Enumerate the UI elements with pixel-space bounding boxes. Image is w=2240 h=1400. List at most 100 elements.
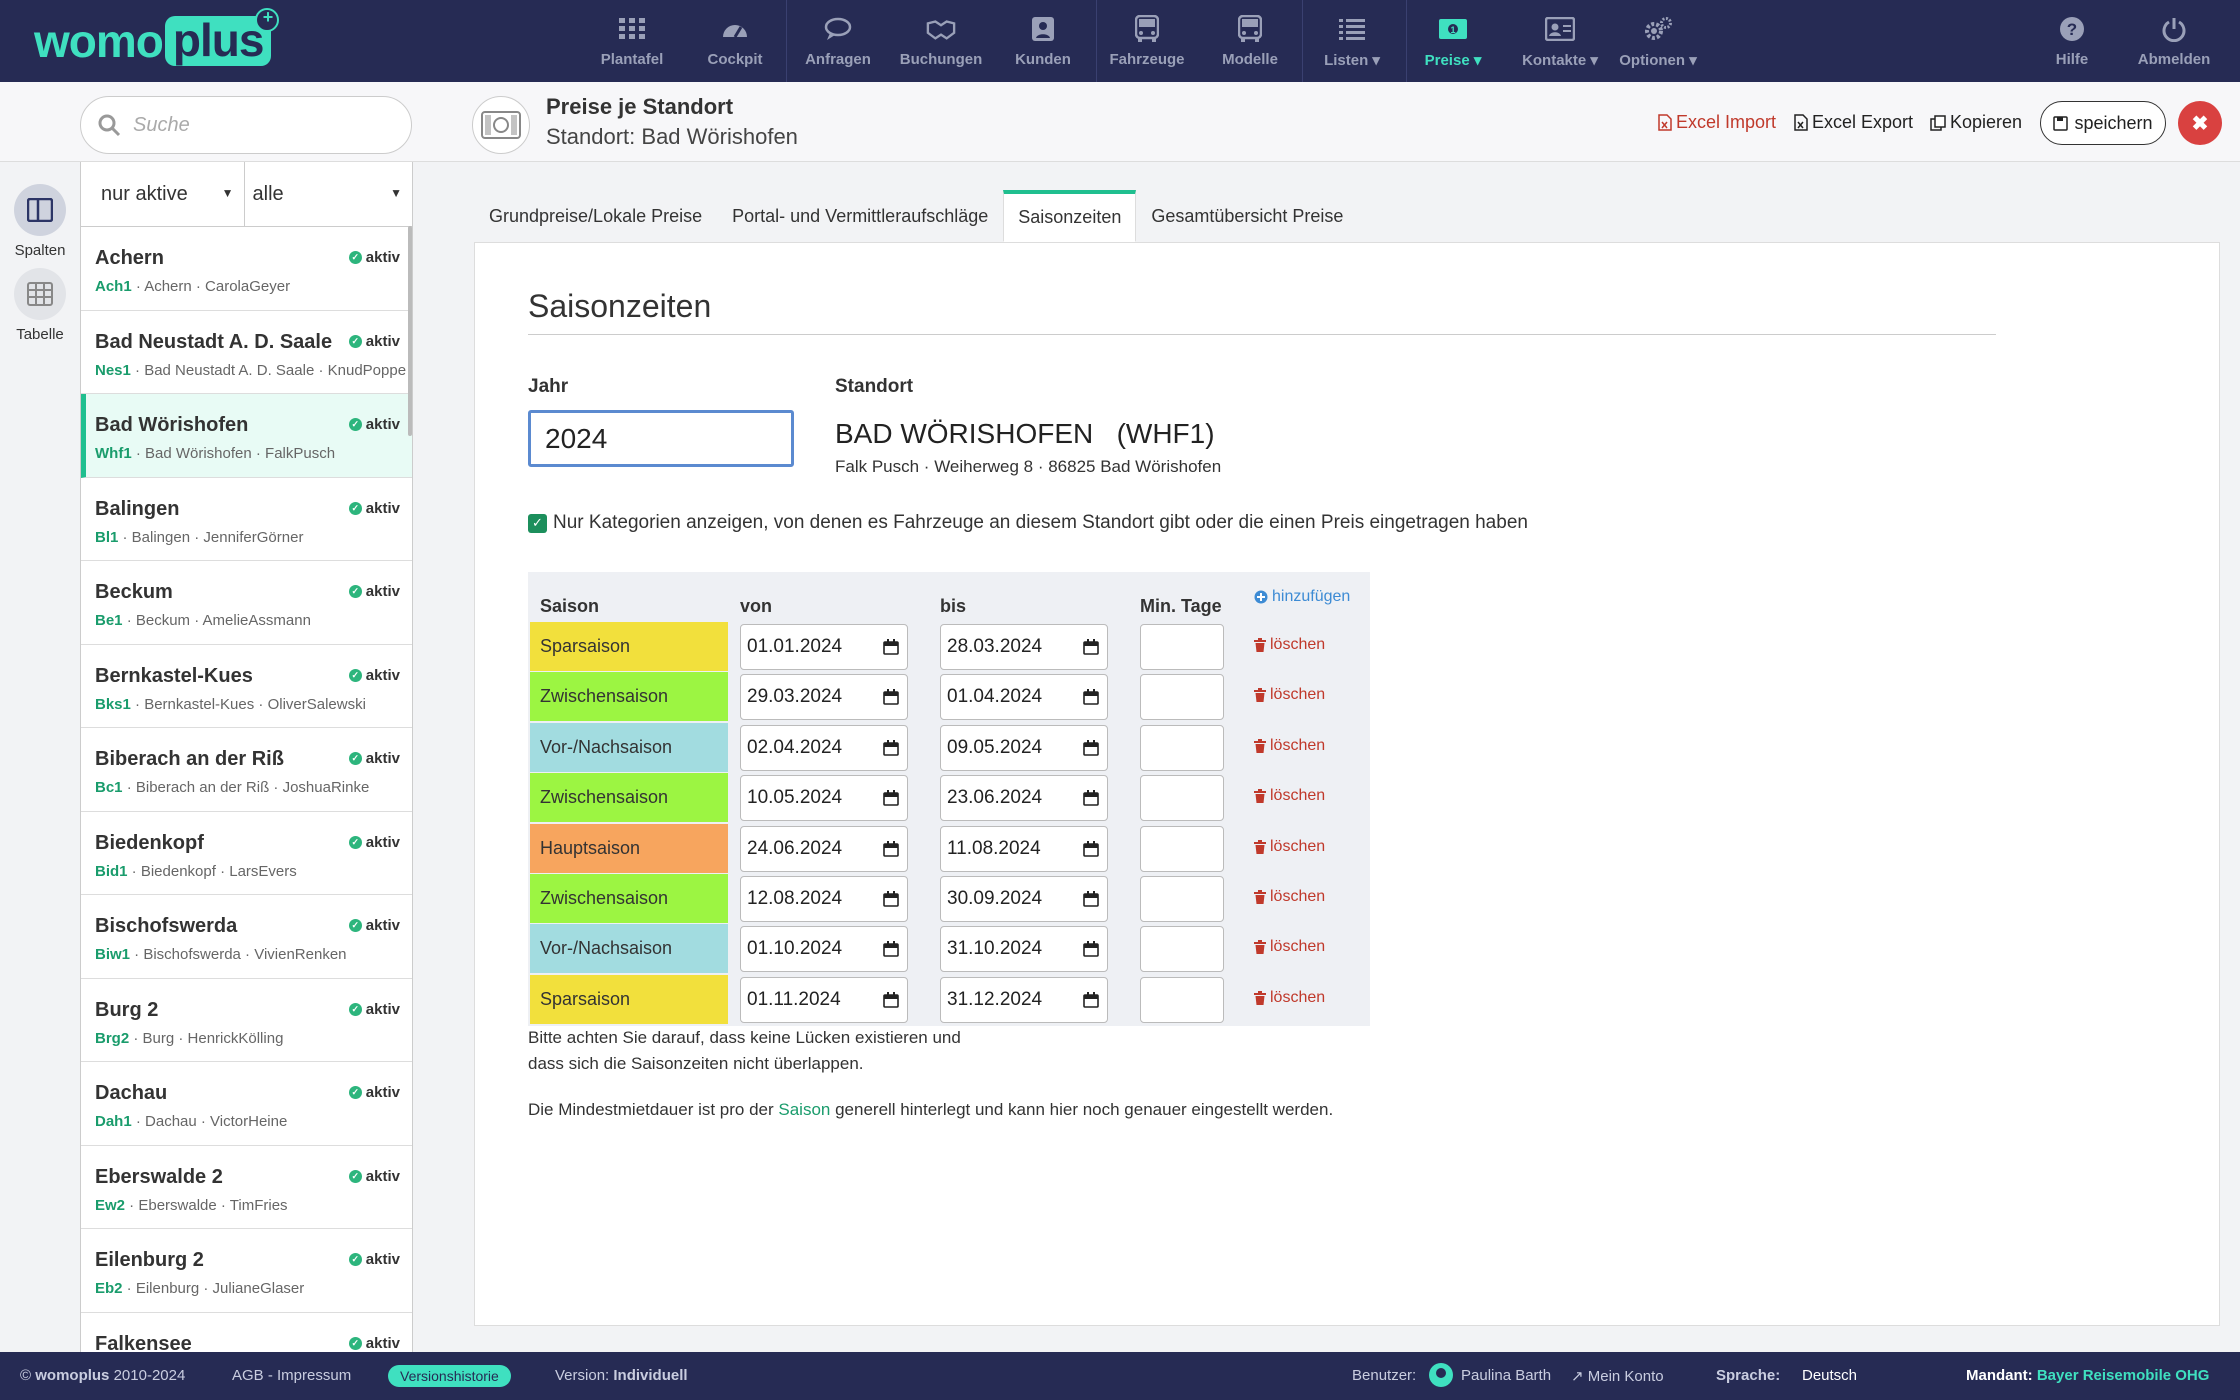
- nav-item-fahrzeuge[interactable]: Fahrzeuge: [1101, 0, 1193, 82]
- location-list-item[interactable]: Eberswalde 2 Ew2 · Eberswalde · TimFries ✓…: [81, 1146, 412, 1229]
- excel-import-link[interactable]: Excel Import: [1658, 112, 1776, 133]
- bis-date-input[interactable]: 11.08.2024: [940, 825, 1108, 872]
- min-days-input[interactable]: [1140, 976, 1224, 1023]
- user-name[interactable]: Paulina Barth: [1461, 1367, 1551, 1384]
- delete-season-button[interactable]: löschen: [1254, 636, 1325, 654]
- list-scrollbar[interactable]: [408, 226, 412, 436]
- version-history-button[interactable]: Versionshistorie: [388, 1365, 511, 1387]
- bis-date-input[interactable]: 01.04.2024: [940, 674, 1108, 721]
- location-list-item[interactable]: Bischofswerda Biw1 · Bischofswerda · Vivi…: [81, 895, 412, 979]
- calendar-icon[interactable]: [1083, 790, 1099, 806]
- min-days-input[interactable]: [1140, 825, 1224, 872]
- bis-date-input[interactable]: 30.09.2024: [940, 876, 1108, 922]
- language-select[interactable]: Deutsch: [1802, 1367, 1857, 1384]
- calendar-icon[interactable]: [1083, 689, 1099, 706]
- nav-item-buchungen[interactable]: Buchungen: [895, 0, 987, 82]
- nav-item-abmelden[interactable]: Abmelden: [2128, 0, 2220, 82]
- bis-date-input[interactable]: 31.10.2024: [940, 926, 1108, 973]
- location-list-item[interactable]: Bad Wörishofen Whf1 · Bad Wörishofen · Fa…: [81, 394, 412, 478]
- delete-season-button[interactable]: löschen: [1254, 938, 1325, 956]
- delete-season-button[interactable]: löschen: [1254, 989, 1325, 1007]
- nav-item-kontakte[interactable]: Kontakte ▾: [1514, 0, 1606, 82]
- nav-item-cockpit[interactable]: Cockpit: [689, 0, 781, 82]
- app-logo[interactable]: womo plus: [34, 8, 279, 67]
- location-list-item[interactable]: Balingen Bl1 · Balingen · JenniferGörner ✓…: [81, 478, 412, 561]
- calendar-icon[interactable]: [1083, 739, 1099, 756]
- calendar-icon[interactable]: [883, 639, 899, 655]
- location-list-item[interactable]: Biedenkopf Bid1 · Biedenkopf · LarsEvers ✓…: [81, 812, 412, 895]
- calendar-icon[interactable]: [1083, 639, 1099, 655]
- year-input[interactable]: 2024: [528, 410, 794, 467]
- von-date-input[interactable]: 12.08.2024: [740, 876, 908, 922]
- columns-view-button[interactable]: Spalten: [0, 184, 80, 259]
- save-button[interactable]: speichern: [2040, 101, 2166, 145]
- von-date-input[interactable]: 10.05.2024: [740, 775, 908, 822]
- min-days-input[interactable]: [1140, 724, 1224, 771]
- location-list-item[interactable]: Eilenburg 2 Eb2 · Eilenburg · JulianeGlas…: [81, 1229, 412, 1313]
- checkbox-checked-icon[interactable]: ✓: [528, 513, 547, 533]
- copy-link[interactable]: Kopieren: [1930, 112, 2022, 133]
- season-name-cell[interactable]: Sparsaison: [530, 622, 728, 671]
- von-date-input[interactable]: 01.11.2024: [740, 976, 908, 1023]
- delete-season-button[interactable]: löschen: [1254, 737, 1325, 755]
- tab-grundpreise[interactable]: Grundpreise/Lokale Preise: [474, 190, 717, 242]
- my-account-link[interactable]: ↗ Mein Konto: [1571, 1367, 1664, 1385]
- saison-link[interactable]: Saison: [778, 1100, 830, 1119]
- location-list-item[interactable]: Beckum Be1 · Beckum · AmelieAssmann ✓ aktiv: [81, 561, 412, 645]
- season-name-cell[interactable]: Sparsaison: [530, 974, 728, 1024]
- calendar-icon[interactable]: [883, 739, 899, 756]
- calendar-icon[interactable]: [883, 891, 899, 907]
- season-name-cell[interactable]: Zwischensaison: [530, 773, 728, 823]
- category-filter-checkbox-row[interactable]: ✓ Nur Kategorien anzeigen, von denen es …: [528, 512, 1528, 534]
- nav-item-anfragen[interactable]: Anfragen: [792, 0, 884, 82]
- tab-gesamtuebersicht[interactable]: Gesamtübersicht Preise: [1136, 190, 1358, 242]
- min-days-input[interactable]: [1140, 876, 1224, 922]
- season-name-cell[interactable]: Zwischensaison: [530, 672, 728, 722]
- von-date-input[interactable]: 24.06.2024: [740, 825, 908, 872]
- nav-item-preise[interactable]: 1 Preise ▾: [1407, 0, 1499, 82]
- calendar-icon[interactable]: [883, 941, 899, 958]
- delete-season-button[interactable]: löschen: [1254, 686, 1325, 704]
- add-season-button[interactable]: hinzufügen: [1254, 588, 1350, 606]
- nav-item-modelle[interactable]: Modelle: [1204, 0, 1296, 82]
- delete-season-button[interactable]: löschen: [1254, 838, 1325, 856]
- agb-link[interactable]: AGB - Impressum: [232, 1367, 351, 1384]
- nav-item-optionen[interactable]: Optionen ▾: [1612, 0, 1704, 82]
- von-date-input[interactable]: 01.10.2024: [740, 926, 908, 973]
- von-date-input[interactable]: 01.01.2024: [740, 624, 908, 670]
- season-name-cell[interactable]: Zwischensaison: [530, 874, 728, 923]
- tab-aufschlaege[interactable]: Portal- und Vermittleraufschläge: [717, 190, 1003, 242]
- min-days-input[interactable]: [1140, 674, 1224, 721]
- bis-date-input[interactable]: 09.05.2024: [940, 724, 1108, 771]
- location-list-item[interactable]: Bad Neustadt A. D. Saale Nes1 · Bad Neust…: [81, 311, 412, 394]
- bis-date-input[interactable]: 28.03.2024: [940, 624, 1108, 670]
- location-list-item[interactable]: Biberach an der Riß Bc1 · Biberach an der…: [81, 728, 412, 812]
- tab-saisonzeiten[interactable]: Saisonzeiten: [1003, 190, 1137, 242]
- calendar-icon[interactable]: [1083, 991, 1099, 1008]
- nav-item-hilfe[interactable]: ? Hilfe: [2026, 0, 2118, 82]
- nav-item-plantafel[interactable]: Plantafel: [586, 0, 678, 82]
- min-days-input[interactable]: [1140, 775, 1224, 822]
- calendar-icon[interactable]: [883, 840, 899, 857]
- von-date-input[interactable]: 29.03.2024: [740, 674, 908, 721]
- calendar-icon[interactable]: [883, 790, 899, 806]
- bis-date-input[interactable]: 23.06.2024: [940, 775, 1108, 822]
- delete-season-button[interactable]: löschen: [1254, 888, 1325, 906]
- type-filter-select[interactable]: alle ▼: [245, 162, 412, 227]
- location-list-item[interactable]: Falkensee ✓ aktiv: [81, 1313, 412, 1352]
- bis-date-input[interactable]: 31.12.2024: [940, 976, 1108, 1023]
- calendar-icon[interactable]: [1083, 941, 1099, 958]
- location-list-item[interactable]: Dachau Dah1 · Dachau · VictorHeine ✓ aktiv: [81, 1062, 412, 1146]
- close-button[interactable]: ✖: [2178, 101, 2222, 145]
- von-date-input[interactable]: 02.04.2024: [740, 724, 908, 771]
- nav-item-listen[interactable]: Listen ▾: [1306, 0, 1398, 82]
- season-name-cell[interactable]: Vor-/Nachsaison: [530, 924, 728, 974]
- location-list-item[interactable]: Bernkastel-Kues Bks1 · Bernkastel-Kues · …: [81, 645, 412, 728]
- min-days-input[interactable]: [1140, 926, 1224, 973]
- delete-season-button[interactable]: löschen: [1254, 787, 1325, 805]
- location-list-item[interactable]: Burg 2 Brg2 · Burg · HenrickKölling ✓ aktiv: [81, 979, 412, 1062]
- calendar-icon[interactable]: [883, 689, 899, 706]
- location-list-item[interactable]: Achern Ach1 · Achern · CarolaGeyer ✓ aktiv: [81, 227, 412, 311]
- nav-item-kunden[interactable]: Kunden: [997, 0, 1089, 82]
- min-days-input[interactable]: [1140, 624, 1224, 670]
